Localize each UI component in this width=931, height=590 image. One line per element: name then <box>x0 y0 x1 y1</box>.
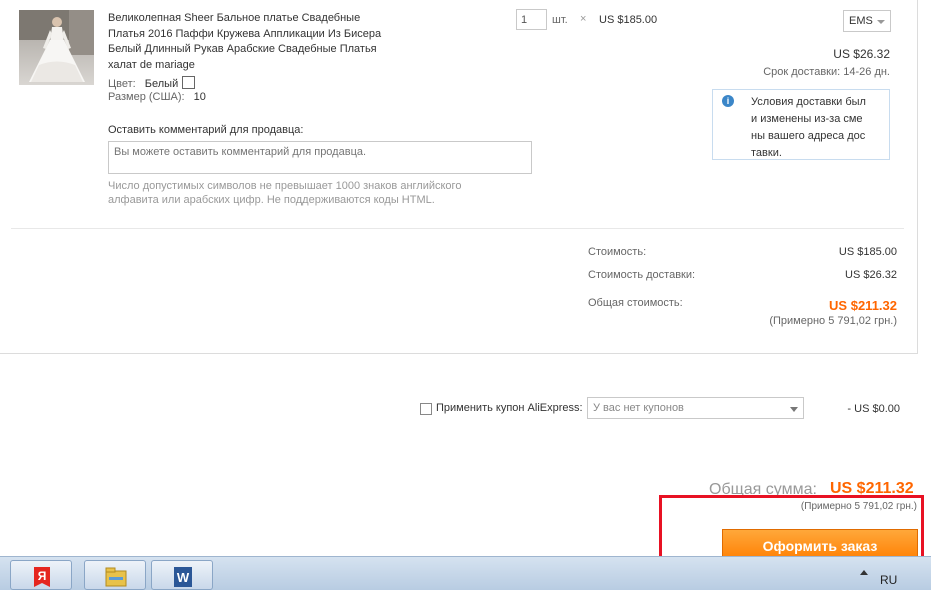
taskbar: Я W <box>0 556 931 590</box>
info-icon: i <box>722 95 734 107</box>
coupon-checkbox[interactable] <box>420 403 432 415</box>
total-label: Общая стоимость: <box>588 297 683 309</box>
product-thumbnail[interactable] <box>19 10 94 85</box>
shipping-notice-text: Условия доставки были изменены из-за сме… <box>751 96 866 159</box>
size-label: Размер (США): <box>108 91 185 103</box>
section-divider <box>11 228 904 229</box>
color-label: Цвет: <box>108 78 136 90</box>
shipping-method-select[interactable]: EMS <box>843 10 891 32</box>
coupon-discount: - US $0.00 <box>847 403 900 415</box>
comment-input[interactable] <box>108 141 532 174</box>
total-approx: (Примерно 5 791,02 грн.) <box>769 315 897 327</box>
color-attribute: Цвет: Белый <box>108 76 196 90</box>
cost-value: US $185.00 <box>838 246 897 258</box>
svg-text:Я: Я <box>38 569 47 583</box>
file-explorer-icon <box>105 567 127 587</box>
card-border-right <box>917 0 918 354</box>
comment-help-text: Число допустимых символов не превышает 1… <box>108 180 462 206</box>
yandex-browser-icon: Я <box>34 567 50 587</box>
chevron-down-icon <box>877 20 885 24</box>
taskbar-yandex-button[interactable]: Я <box>10 560 72 590</box>
total-value: US $211.32 <box>829 298 897 313</box>
chevron-down-icon <box>790 407 798 412</box>
shipping-cost: US $26.32 <box>833 47 890 61</box>
quantity-input[interactable] <box>516 9 547 30</box>
size-attribute: Размер (США): 10 <box>108 91 206 103</box>
taskbar-word-button[interactable]: W <box>151 560 213 590</box>
taskbar-explorer-button[interactable] <box>84 560 146 590</box>
cost-label: Стоимость: <box>588 246 647 258</box>
shipping-cost-value: US $26.32 <box>845 269 897 281</box>
wedding-dress-image <box>19 10 94 82</box>
coupon-select-value: У вас нет купонов <box>593 402 684 414</box>
tray-arrow-icon[interactable] <box>860 570 868 575</box>
size-value: 10 <box>193 91 206 103</box>
shipping-notice: i Условия доставки были изменены из-за с… <box>712 89 890 160</box>
delivery-time: Срок доставки: 14-26 дн. <box>763 66 890 78</box>
color-swatch <box>182 76 196 89</box>
svg-text:W: W <box>177 570 190 585</box>
shipping-method-value: EMS <box>849 15 873 27</box>
unit-price: US $185.00 <box>599 14 658 26</box>
coupon-select[interactable]: У вас нет купонов <box>587 397 804 419</box>
shipping-cost-label: Стоимость доставки: <box>588 269 696 281</box>
word-icon: W <box>174 567 192 587</box>
comment-label: Оставить комментарий для продавца: <box>108 124 304 136</box>
card-border-bottom <box>0 353 918 354</box>
color-value: Белый <box>144 78 179 90</box>
coupon-label[interactable]: Применить купон AliExpress: <box>436 402 583 414</box>
product-title[interactable]: Великолепная Sheer Бальное платье Свадеб… <box>108 11 398 73</box>
quantity-unit: шт. <box>552 14 568 26</box>
times-sign: × <box>580 13 587 25</box>
language-indicator[interactable]: RU <box>880 573 897 587</box>
